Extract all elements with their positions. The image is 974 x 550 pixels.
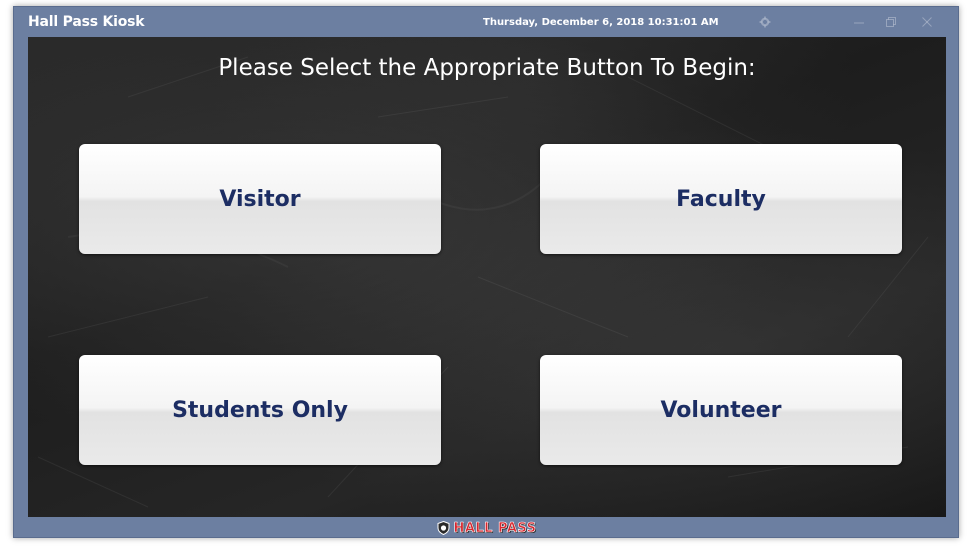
kiosk-window: Hall Pass Kiosk Thursday, December 6, 20… bbox=[13, 6, 959, 538]
gear-icon[interactable] bbox=[754, 13, 776, 31]
logo-text: HALL PASS bbox=[453, 520, 537, 536]
hall-pass-logo: HALL PASS bbox=[437, 520, 537, 536]
students-only-button[interactable]: Students Only bbox=[79, 355, 441, 465]
faculty-button[interactable]: Faculty bbox=[540, 144, 902, 254]
instruction-prompt: Please Select the Appropriate Button To … bbox=[218, 55, 756, 81]
volunteer-button[interactable]: Volunteer bbox=[540, 355, 902, 465]
datetime-display: Thursday, December 6, 2018 10:31:01 AM bbox=[483, 17, 719, 28]
app-title: Hall Pass Kiosk bbox=[28, 14, 145, 30]
minimize-icon[interactable] bbox=[848, 13, 870, 31]
shield-icon bbox=[437, 521, 450, 535]
chalkboard-background: Please Select the Appropriate Button To … bbox=[28, 37, 946, 517]
visitor-button[interactable]: Visitor bbox=[79, 144, 441, 254]
maximize-icon[interactable] bbox=[880, 13, 902, 31]
close-icon[interactable] bbox=[916, 13, 938, 31]
footer: HALL PASS bbox=[14, 517, 960, 539]
title-bar: Hall Pass Kiosk Thursday, December 6, 20… bbox=[14, 7, 958, 37]
